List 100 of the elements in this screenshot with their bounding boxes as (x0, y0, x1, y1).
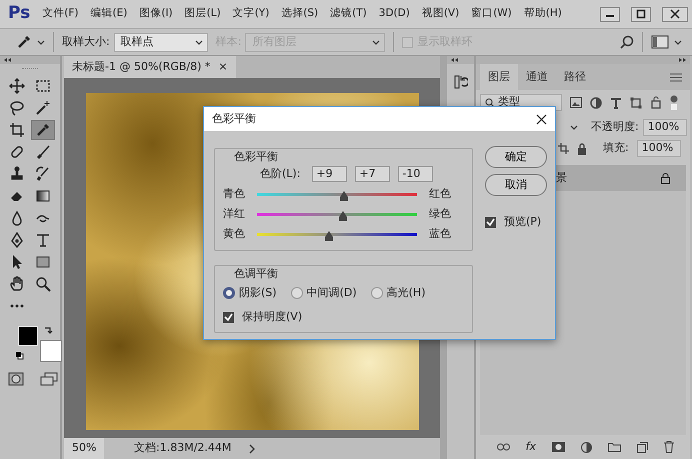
chevron-icon[interactable] (249, 444, 256, 454)
radio-label: 高光(H) (386, 284, 426, 300)
caret-icon[interactable] (674, 38, 682, 46)
maximize-icon (636, 9, 646, 19)
menu-item[interactable]: 帮助(H) (524, 6, 562, 22)
tab-close[interactable]: × (218, 58, 228, 76)
pen-icon (9, 232, 25, 248)
quick-mask-icon[interactable] (8, 372, 24, 386)
dialog-button[interactable]: 取消 (485, 174, 547, 196)
levels-label: 色阶(L): (260, 166, 300, 182)
expand-icon[interactable] (678, 57, 687, 63)
close-icon (670, 9, 680, 19)
slider-thumb[interactable] (338, 211, 348, 221)
checkbox[interactable] (485, 216, 496, 228)
maximize-button[interactable] (631, 6, 651, 22)
layer-style-button[interactable]: fx (526, 438, 536, 456)
check-icon (486, 218, 495, 227)
menu-item[interactable]: 滤镜(T) (330, 6, 367, 22)
sample-size-dropdown[interactable]: 取样点 (114, 32, 208, 52)
close-button[interactable] (662, 6, 688, 22)
slider-thumb[interactable] (324, 231, 334, 241)
dashed-rectangle-icon (35, 78, 51, 94)
new-layer-icon[interactable] (637, 442, 648, 452)
zoom-level[interactable]: 50% (64, 438, 104, 459)
shape-filter-icon[interactable] (630, 96, 642, 108)
lock-icon[interactable] (577, 142, 587, 154)
slider-label: 黄色 (223, 226, 245, 242)
panel-tab[interactable]: 通道 (518, 64, 556, 90)
slider-label: 洋红 (223, 206, 245, 222)
eyedropper-icon (35, 122, 51, 138)
caret-icon[interactable] (37, 38, 45, 46)
minimize-button[interactable] (600, 6, 620, 22)
radio-button[interactable] (223, 286, 235, 299)
menu-item[interactable]: 3D(D) (378, 6, 410, 22)
mask-icon[interactable] (552, 442, 565, 452)
stamp-icon (9, 166, 25, 182)
default-colors-icon[interactable] (15, 351, 24, 360)
opacity-field[interactable]: 100% (642, 119, 687, 136)
image-filter-icon[interactable] (570, 97, 582, 108)
document-tab[interactable]: 未标题-1 @ 50%(RGB/8) * × (64, 56, 236, 78)
folder-icon[interactable] (608, 442, 621, 452)
toggle-icon[interactable] (670, 94, 678, 110)
menu-item[interactable]: 图层(L) (184, 6, 221, 22)
collapse-icon[interactable] (3, 57, 12, 63)
fill-field[interactable]: 100% (636, 140, 681, 157)
document-size: 文档:1.83M/2.44M (134, 440, 232, 456)
foreground-color-swatch[interactable] (18, 326, 38, 346)
panel-tab[interactable]: 图层 (480, 64, 518, 90)
lock-artboard-icon[interactable] (558, 143, 569, 154)
search-icon[interactable] (620, 35, 634, 49)
workspace-icon[interactable] (651, 35, 669, 49)
radio-label: 阴影(S) (239, 284, 277, 300)
menu-item[interactable]: 文字(Y) (232, 6, 270, 22)
move-icon (9, 78, 25, 94)
menu-item[interactable]: 窗口(W) (471, 6, 512, 22)
dialog-button[interactable]: 确定 (485, 146, 547, 168)
collapse-icon[interactable] (450, 57, 459, 63)
level-field[interactable]: +7 (355, 166, 390, 182)
sample-size-label: 取样大小: (62, 34, 110, 50)
swap-arrow-icon[interactable] (44, 326, 53, 335)
level-field[interactable]: -10 (398, 166, 434, 182)
menu-item[interactable]: 视图(V) (422, 6, 460, 22)
search-icon (485, 98, 494, 107)
menu-item[interactable]: 选择(S) (281, 6, 318, 22)
eyedropper-icon[interactable] (16, 34, 32, 50)
menu-item[interactable]: 编辑(E) (90, 6, 128, 22)
layer-name: 景 (556, 170, 567, 186)
checkbox-label: 保持明度(V) (242, 309, 302, 325)
level-field[interactable]: +9 (312, 166, 348, 182)
adjustment-icon[interactable] (581, 442, 592, 452)
history-icon[interactable] (454, 74, 468, 90)
slider-label: 红色 (429, 186, 451, 202)
radio-button[interactable] (370, 286, 383, 299)
slider-thumb[interactable] (339, 191, 350, 201)
type-filter-icon[interactable] (610, 96, 622, 108)
link-icon[interactable] (496, 443, 510, 451)
close-icon[interactable] (536, 114, 547, 124)
screen-mode-icon[interactable] (40, 372, 58, 386)
background-color-swatch[interactable] (40, 340, 62, 362)
eyedropper-tool-button[interactable] (31, 120, 55, 140)
radio-button[interactable] (290, 286, 303, 299)
more-icon (9, 304, 25, 308)
menu-item[interactable]: 图像(I) (139, 6, 173, 22)
slider-label: 蓝色 (429, 226, 451, 242)
opacity-label: 不透明度: (591, 119, 639, 136)
brush-icon (35, 144, 51, 160)
slider-label: 绿色 (429, 206, 451, 222)
menu-item[interactable]: 文件(F) (42, 6, 79, 22)
app-logo: Ps (8, 2, 30, 26)
radio-label: 中间调(D) (306, 284, 357, 300)
caret-icon (570, 124, 578, 131)
checkbox[interactable] (223, 312, 234, 323)
brush-arrow-icon (35, 166, 51, 182)
check-icon (224, 312, 233, 322)
adjustment-filter-icon[interactable] (590, 96, 602, 108)
crop-icon (9, 122, 25, 138)
panel-tab[interactable]: 路径 (556, 64, 594, 90)
panel-menu-icon[interactable] (670, 72, 682, 82)
lasso-icon (9, 100, 25, 116)
trash-icon[interactable] (664, 441, 674, 453)
